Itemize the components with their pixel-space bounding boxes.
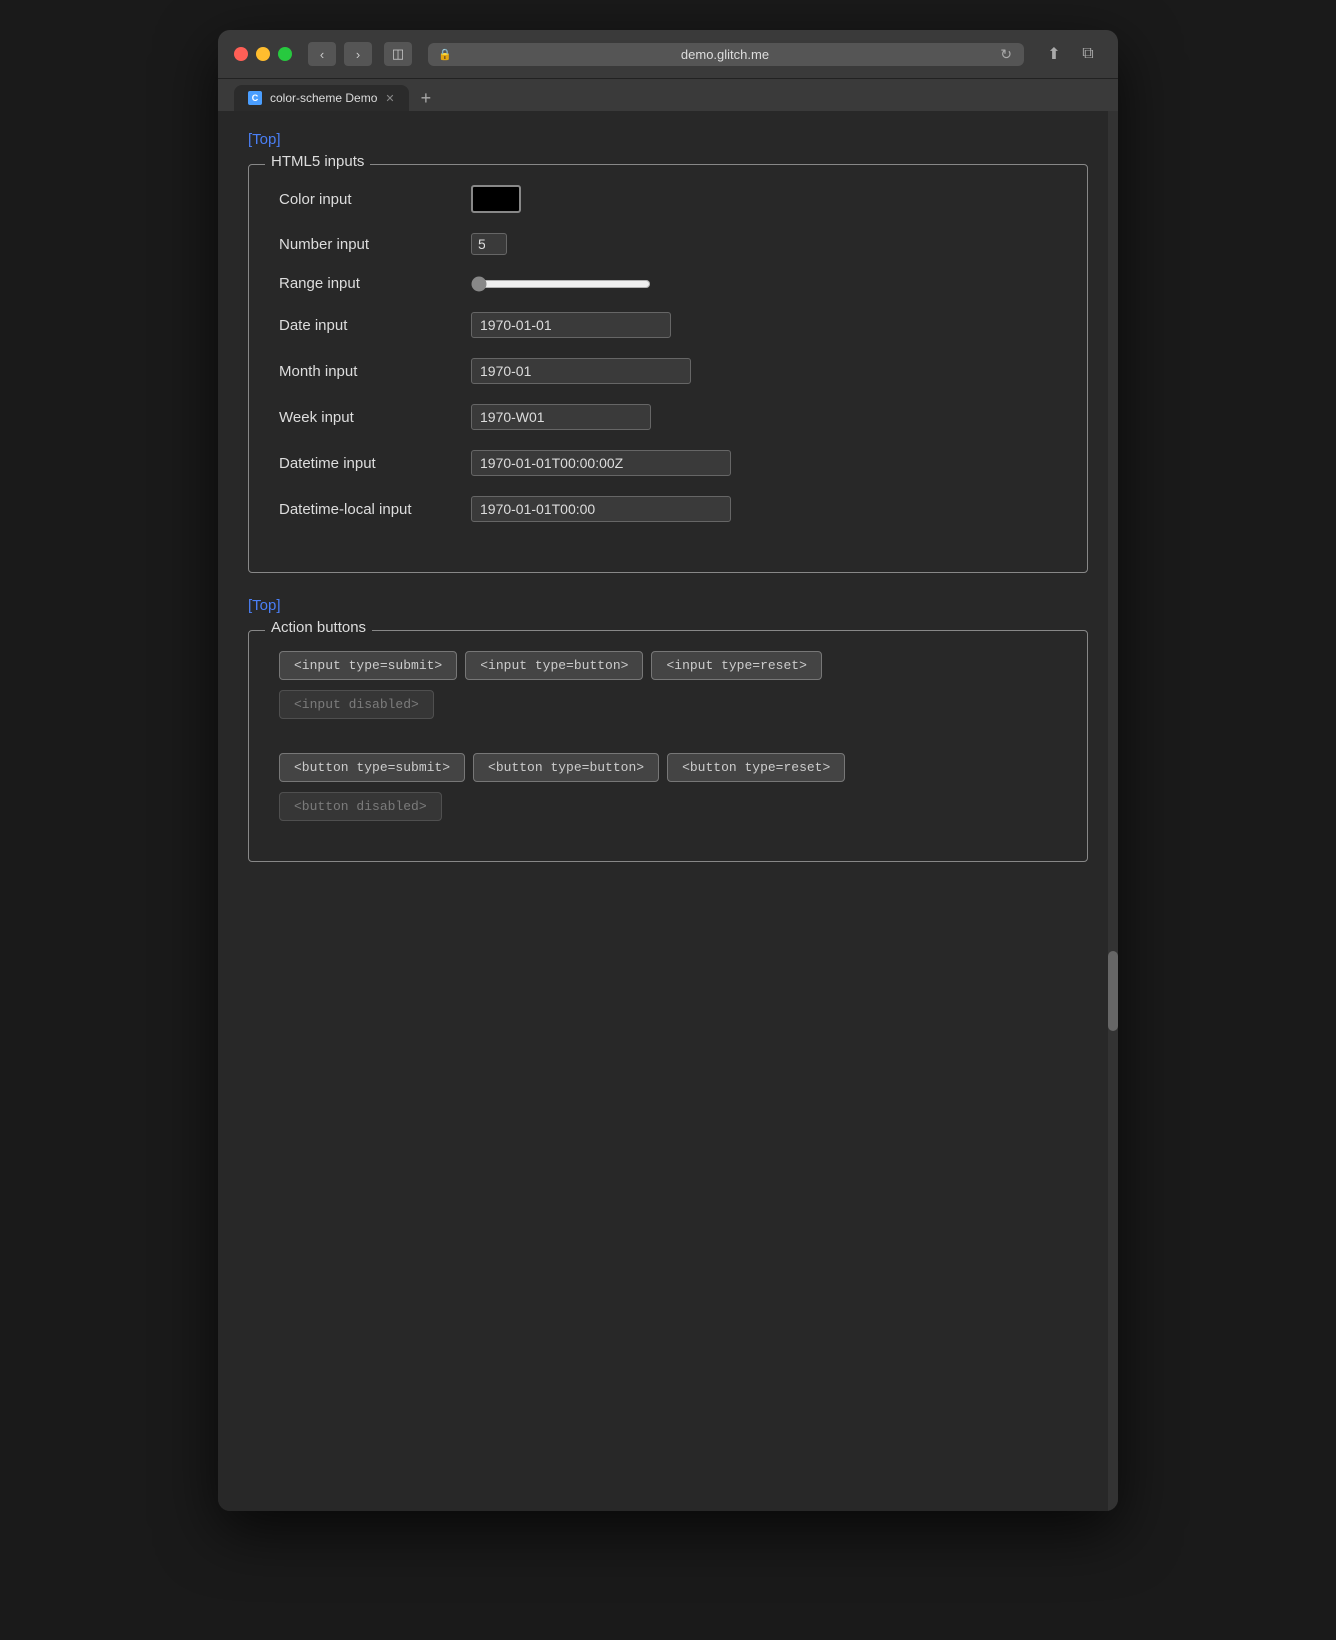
month-row: Month input xyxy=(279,358,1057,384)
color-input[interactable] xyxy=(471,185,521,213)
titlebar: ‹ › ◫ 🔒 demo.glitch.me ↻ ⬆ ⧉ xyxy=(218,30,1118,79)
reload-button[interactable]: ↻ xyxy=(998,46,1014,63)
browser-window: ‹ › ◫ 🔒 demo.glitch.me ↻ ⬆ ⧉ C color-sch… xyxy=(218,30,1118,1511)
input-reset-button[interactable]: <input type=reset> xyxy=(651,651,821,680)
page-content: [Top] HTML5 inputs Color input Number in… xyxy=(218,111,1118,1511)
datetime-local-label: Datetime-local input xyxy=(279,501,459,518)
color-row: Color input xyxy=(279,185,1057,213)
input-buttons-row: <input type=submit> <input type=button> … xyxy=(279,651,1057,680)
action-buttons-section: Action buttons <input type=submit> <inpu… xyxy=(248,630,1088,862)
button-buttons-row: <button type=submit> <button type=button… xyxy=(279,753,1057,782)
duplicate-button[interactable]: ⧉ xyxy=(1074,42,1102,66)
scrollbar-track xyxy=(1108,111,1118,1511)
month-label: Month input xyxy=(279,363,459,380)
html5-legend: HTML5 inputs xyxy=(265,153,370,170)
browser-actions: ⬆ ⧉ xyxy=(1040,42,1102,66)
date-label: Date input xyxy=(279,317,459,334)
input-button-button[interactable]: <input type=button> xyxy=(465,651,643,680)
traffic-lights xyxy=(234,47,292,61)
top-link-1[interactable]: [Top] xyxy=(248,131,281,148)
new-tab-button[interactable]: + xyxy=(413,89,440,107)
range-label: Range input xyxy=(279,275,459,292)
minimize-button[interactable] xyxy=(256,47,270,61)
input-disabled-row: <input disabled> xyxy=(279,690,1057,719)
back-button[interactable]: ‹ xyxy=(308,42,336,66)
number-row: Number input xyxy=(279,233,1057,255)
week-row: Week input xyxy=(279,404,1057,430)
tab-close-icon[interactable]: ✕ xyxy=(385,92,394,105)
tab-favicon: C xyxy=(248,91,262,105)
input-submit-button[interactable]: <input type=submit> xyxy=(279,651,457,680)
tab-bar: C color-scheme Demo ✕ + xyxy=(218,79,1118,111)
color-label: Color input xyxy=(279,191,459,208)
forward-button[interactable]: › xyxy=(344,42,372,66)
button-submit-button[interactable]: <button type=submit> xyxy=(279,753,465,782)
month-input[interactable] xyxy=(471,358,691,384)
range-input[interactable] xyxy=(471,276,651,292)
number-input[interactable] xyxy=(471,233,507,255)
address-bar[interactable]: 🔒 demo.glitch.me ↻ xyxy=(428,43,1024,66)
lock-icon: 🔒 xyxy=(438,48,452,61)
button-button-button[interactable]: <button type=button> xyxy=(473,753,659,782)
input-disabled-button: <input disabled> xyxy=(279,690,434,719)
maximize-button[interactable] xyxy=(278,47,292,61)
html5-inputs-section: HTML5 inputs Color input Number input Ra… xyxy=(248,164,1088,573)
datetime-row: Datetime input xyxy=(279,450,1057,476)
number-label: Number input xyxy=(279,236,459,253)
date-input[interactable] xyxy=(471,312,671,338)
datetime-input[interactable] xyxy=(471,450,731,476)
number-input-wrapper xyxy=(471,233,507,255)
button-disabled-button: <button disabled> xyxy=(279,792,442,821)
week-input[interactable] xyxy=(471,404,651,430)
date-row: Date input xyxy=(279,312,1057,338)
datetime-local-input[interactable] xyxy=(471,496,731,522)
sidebar-toggle-button[interactable]: ◫ xyxy=(384,42,412,66)
share-button[interactable]: ⬆ xyxy=(1040,42,1068,66)
range-row: Range input xyxy=(279,275,1057,292)
datetime-label: Datetime input xyxy=(279,455,459,472)
datetime-local-row: Datetime-local input xyxy=(279,496,1057,522)
scrollbar-thumb[interactable] xyxy=(1108,951,1118,1031)
active-tab[interactable]: C color-scheme Demo ✕ xyxy=(234,85,409,111)
button-reset-button[interactable]: <button type=reset> xyxy=(667,753,845,782)
button-disabled-row: <button disabled> xyxy=(279,792,1057,821)
url-text: demo.glitch.me xyxy=(458,47,993,62)
action-legend: Action buttons xyxy=(265,619,372,636)
close-button[interactable] xyxy=(234,47,248,61)
tab-title: color-scheme Demo xyxy=(270,91,377,105)
top-link-2[interactable]: [Top] xyxy=(248,597,281,614)
week-label: Week input xyxy=(279,409,459,426)
